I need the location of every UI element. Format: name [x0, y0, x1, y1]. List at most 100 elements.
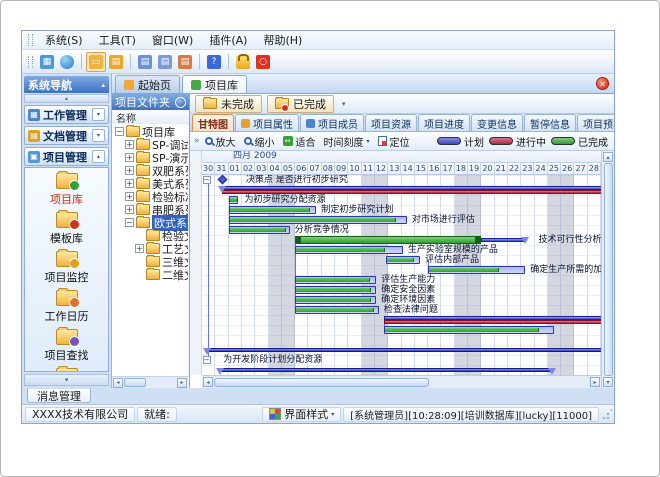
gantt-tab-8[interactable]: 项目预算 [577, 114, 615, 131]
actual-bar[interactable] [222, 190, 601, 194]
task-bar[interactable] [295, 306, 379, 314]
menu-item[interactable]: 系统(S) [37, 31, 91, 49]
completed-bar[interactable] [295, 236, 481, 244]
tree-node[interactable]: 二维文件 [112, 268, 188, 281]
gantt-vscrollbar[interactable]: ▴ ▾ [601, 151, 614, 388]
sidebar-item-1[interactable]: 项目库 [25, 171, 108, 210]
scroll-down-icon[interactable]: ▾ [603, 377, 613, 387]
task-bar[interactable] [428, 266, 525, 274]
task-bar[interactable] [229, 206, 317, 214]
expand-icon[interactable]: + [125, 205, 134, 214]
toolbar-overflow-chevron[interactable]: » [194, 136, 200, 146]
time-scale-button[interactable]: 时间刻度▾ [321, 133, 373, 150]
collapse-icon[interactable]: − [115, 127, 124, 136]
filter-button-1[interactable]: 未完成 [195, 95, 262, 113]
actual-bar[interactable] [384, 320, 601, 324]
task-bar[interactable] [229, 196, 238, 204]
resize-grip[interactable] [602, 408, 612, 420]
collapse-icon[interactable]: − [203, 356, 211, 364]
scroll-right-icon[interactable]: ▸ [590, 377, 600, 387]
task-bar[interactable] [295, 296, 376, 304]
report-add-icon[interactable]: ▤ [135, 52, 155, 72]
gantt-vscroll-thumb[interactable] [604, 163, 613, 376]
tree-hscrollbar[interactable]: ◂ ▸ [112, 376, 188, 388]
expand-icon[interactable]: + [125, 140, 134, 149]
folder-window-icon[interactable]: ▤ [106, 52, 126, 72]
gantt-tab-4[interactable]: 项目资源 [365, 114, 417, 131]
task-bar[interactable] [229, 226, 290, 234]
task-bar[interactable] [384, 326, 554, 334]
task-label: 确定环境因素 [381, 295, 435, 305]
summary-bar[interactable] [218, 368, 554, 372]
close-tab-icon[interactable]: ✕ [596, 77, 609, 90]
filter-more-chevron-icon[interactable]: ▾ [339, 100, 349, 108]
expand-icon[interactable]: + [125, 153, 134, 162]
collapse-icon[interactable]: − [203, 176, 211, 184]
doc-tab-1[interactable]: 起始页 [115, 75, 180, 93]
expand-icon[interactable]: + [125, 179, 134, 188]
doc-tab-2[interactable]: 项目库 [182, 75, 247, 93]
sidebar-collapse-strip[interactable]: ▴ [24, 94, 109, 103]
zoom-out-button[interactable]: 缩小 [241, 133, 278, 150]
open-folder-icon[interactable]: ▭ [86, 52, 106, 72]
folder-icon [146, 230, 160, 241]
gantt-tab-6[interactable]: 变更信息 [471, 114, 523, 131]
sidebar-item-2[interactable]: 模板库 [25, 210, 108, 249]
globe-icon[interactable] [57, 52, 77, 72]
sidebar-item-6[interactable]: 任务查找 [25, 366, 108, 372]
scroll-left-icon[interactable]: ◂ [113, 378, 123, 388]
task-bar[interactable] [386, 256, 421, 264]
gantt-tab-7[interactable]: 暂停信息 [524, 114, 576, 131]
zoom-in-button[interactable]: 放大 [202, 133, 239, 150]
sidebar-section-1[interactable]: ▦工作管理▾ [24, 105, 109, 124]
fit-button[interactable]: ↔适合 [280, 133, 319, 150]
message-management-tab[interactable]: 消息管理 [27, 388, 91, 403]
milestone-diamond[interactable] [217, 175, 227, 184]
expand-icon[interactable]: + [125, 192, 134, 201]
filter-button-2[interactable]: 已完成 [267, 95, 334, 113]
gantt-tab-2[interactable]: 项目属性 [235, 114, 299, 131]
chevron-icon[interactable]: ▴ [92, 150, 105, 163]
summary-bar[interactable] [205, 348, 601, 352]
power-icon[interactable]: ○ [253, 52, 273, 72]
menu-item[interactable]: 窗口(W) [144, 31, 201, 49]
locate-button[interactable]: 定位 [375, 133, 413, 150]
sidebar-item-4[interactable]: 工作日历 [25, 288, 108, 327]
workspace-icon[interactable]: ▦ [37, 52, 57, 72]
gantt-hscroll-thumb[interactable] [214, 378, 429, 387]
sidebar-scroll-down-icon[interactable]: ▾ [24, 374, 109, 386]
sidebar-menu-icon[interactable]: ▴ [101, 81, 105, 89]
gantt-tab-3[interactable]: 项目成员 [300, 114, 364, 131]
scroll-right-icon[interactable]: ▸ [177, 378, 187, 388]
sidebar-section-2[interactable]: ▤文档管理▾ [24, 126, 109, 145]
task-progress [385, 328, 538, 332]
chevron-icon[interactable]: ▾ [92, 108, 105, 121]
sidebar-item-3[interactable]: 项目监控 [25, 249, 108, 288]
scroll-up-icon[interactable]: ▴ [603, 152, 613, 162]
collapse-icon[interactable]: − [125, 218, 134, 227]
report-flag-icon[interactable]: ▤ [175, 52, 195, 72]
expand-icon[interactable]: + [125, 166, 134, 175]
gantt-filter-row: 未完成已完成 ▾ [190, 94, 614, 114]
scroll-left-icon[interactable]: ◂ [203, 377, 213, 387]
interface-style-button[interactable]: 界面样式 ▾ [262, 407, 341, 422]
task-bar[interactable] [229, 216, 407, 224]
help-icon[interactable]: ? [204, 52, 224, 72]
gantt-tab-5[interactable]: 项目进度 [418, 114, 470, 131]
pin-icon[interactable] [175, 97, 186, 108]
sidebar-item-5[interactable]: 项目查找 [25, 327, 108, 366]
lock-icon[interactable] [233, 52, 253, 72]
menu-item[interactable]: 工具(T) [91, 31, 144, 49]
report-edit-icon[interactable]: ▤ [155, 52, 175, 72]
task-bar[interactable] [295, 246, 403, 254]
menu-item[interactable]: 插件(A) [201, 31, 255, 49]
gantt-tab-1[interactable]: 甘特图 [192, 114, 234, 131]
tree-hscroll-thumb[interactable] [124, 378, 146, 387]
sidebar-section-3[interactable]: ▣项目管理▴ [24, 147, 109, 166]
task-bar[interactable] [295, 276, 376, 284]
menu-item[interactable]: 帮助(H) [255, 31, 310, 49]
chevron-icon[interactable]: ▾ [92, 129, 105, 142]
gantt-hscrollbar[interactable]: ◂ ▸ [202, 375, 601, 388]
task-bar[interactable] [295, 286, 376, 294]
expand-icon[interactable]: + [135, 244, 144, 253]
